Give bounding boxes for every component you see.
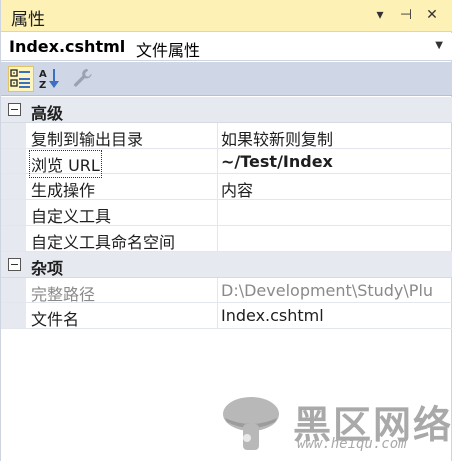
property-row[interactable]: 自定义工具命名空间: [1, 225, 452, 252]
categorized-icon: [10, 69, 30, 88]
collapse-icon[interactable]: [8, 103, 21, 116]
property-row[interactable]: 自定义工具: [1, 200, 452, 226]
property-name: 浏览 URL: [29, 149, 102, 178]
category-misc[interactable]: 杂项: [1, 251, 452, 278]
object-type: 文件属性: [136, 41, 201, 60]
property-row[interactable]: 文件名 Index.cshtml: [1, 303, 452, 329]
property-name: 生成操作: [31, 181, 96, 201]
properties-toolbar: A Z: [1, 62, 452, 96]
watermark: 黑区网络 www.heiqu.com: [219, 392, 451, 458]
category-advanced[interactable]: 高级: [1, 97, 452, 123]
category-label: 高级: [31, 104, 64, 123]
collapse-icon[interactable]: [8, 257, 21, 271]
property-value[interactable]: Index.cshtml: [221, 306, 447, 325]
wrench-icon: [74, 69, 92, 87]
svg-text:Z: Z: [39, 80, 46, 90]
alphabetical-button[interactable]: A Z: [38, 66, 64, 92]
mushroom-logo-icon: [223, 397, 279, 450]
watermark-url: www.heiqu.com: [297, 436, 407, 452]
property-row[interactable]: 复制到输出目录 如果较新则复制: [1, 122, 452, 150]
property-name: 自定义工具命名空间: [31, 232, 176, 252]
property-row[interactable]: 浏览 URL ~/Test/Index: [1, 148, 452, 178]
property-value: D:\Development\Study\Plu: [221, 280, 434, 300]
property-name: 复制到输出目录: [31, 129, 144, 149]
property-grid: 高级 复制到输出目录 如果较新则复制 浏览 URL ~/Test/Index 生…: [1, 97, 452, 329]
property-value[interactable]: 如果较新则复制: [221, 126, 447, 150]
property-row[interactable]: 完整路径 D:\Development\Study\Plu: [1, 277, 452, 304]
categorized-button[interactable]: [8, 66, 34, 92]
alphabetical-sort-icon: A Z: [39, 69, 59, 91]
pin-button[interactable]: ⊣: [397, 6, 415, 24]
property-name: 文件名: [31, 310, 80, 330]
object-selector[interactable]: Index.cshtml 文件属性 ▼: [1, 33, 452, 61]
property-name: 完整路径: [31, 284, 96, 304]
object-name: Index.cshtml: [9, 37, 126, 56]
svg-text:A: A: [39, 69, 47, 80]
chevron-down-icon[interactable]: ▼: [435, 40, 443, 51]
window-dropdown-button[interactable]: ▾: [371, 6, 389, 24]
close-button[interactable]: ✕: [423, 6, 441, 24]
title-bar: 属性 ▾ ⊣ ✕: [1, 0, 452, 32]
property-value[interactable]: ~/Test/Index: [221, 152, 447, 171]
property-row[interactable]: 生成操作 内容: [1, 174, 452, 200]
properties-panel: 属性 ▾ ⊣ ✕ Index.cshtml 文件属性 ▼ A Z 高级 复制到输…: [0, 0, 452, 461]
category-label: 杂项: [31, 258, 64, 278]
property-pages-button[interactable]: [71, 66, 97, 92]
property-name: 自定义工具: [31, 207, 112, 227]
panel-title: 属性: [11, 10, 45, 30]
property-value[interactable]: 内容: [221, 177, 447, 201]
